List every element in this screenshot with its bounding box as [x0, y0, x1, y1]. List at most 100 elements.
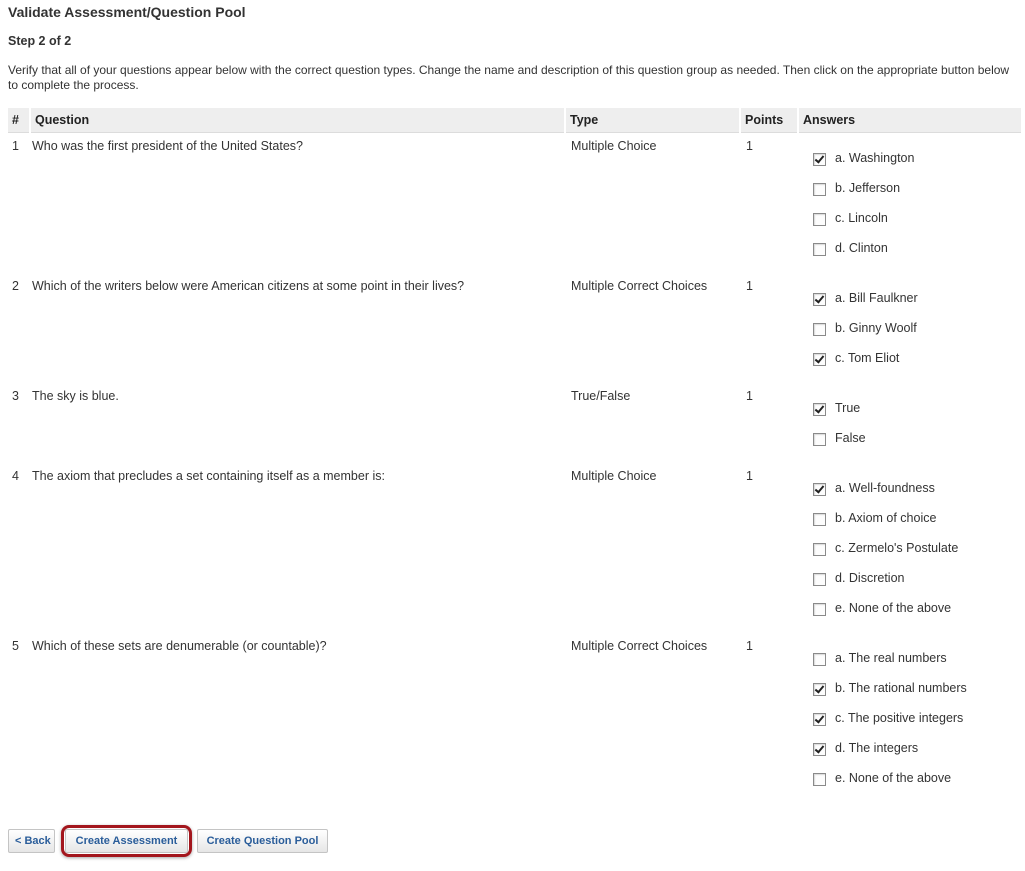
question-type: Multiple Correct Choices [565, 633, 740, 803]
answer-label: b. Jefferson [835, 181, 901, 195]
answers-cell: a. Washington b. Jefferson c. Lincoln d. Cl… [798, 133, 1021, 273]
answer-checkbox-checked[interactable] [813, 292, 826, 306]
question-number: 2 [8, 273, 30, 383]
question-text-text: Which of these sets are denumerable (or … [32, 638, 327, 653]
question-type-text: Multiple Choice [571, 468, 657, 483]
answer-checkbox-checked[interactable] [813, 482, 826, 496]
answer-label: b. Axiom of choice [835, 510, 937, 525]
page-title: Validate Assessment/Question Pool [8, 4, 246, 20]
header-points: Points [740, 108, 799, 133]
answer-option: False [813, 429, 1021, 459]
question-points-text: 1 [746, 388, 753, 403]
answer-checkbox[interactable] [813, 652, 826, 666]
answer-label: True [835, 400, 861, 415]
answer-checkbox-checked[interactable] [813, 682, 826, 696]
question-text: Who was the first president of the Unite… [30, 133, 565, 273]
question-number-text: 5 [12, 638, 19, 653]
answer-checkbox[interactable] [813, 243, 826, 256]
answers-cell: a. Bill Faulkner b. Ginny Woolf c. Tom Eli… [798, 273, 1021, 383]
question-text: Which of these sets are denumerable (or … [30, 633, 565, 803]
question-points: 1 [740, 383, 798, 463]
table-row: 3 The sky is blue. True/False 1 True False [8, 383, 1021, 463]
answer-checkbox[interactable] [813, 213, 826, 226]
table-row: 4 The axiom that precludes a set containi… [8, 463, 1021, 633]
question-type: True/False [565, 383, 740, 463]
answer-checkbox[interactable] [813, 572, 826, 586]
create-question-pool-button[interactable]: Create Question Pool [197, 829, 328, 853]
question-type-text: True/False [571, 388, 631, 403]
answer-checkbox[interactable] [813, 512, 826, 526]
answer-option: d. Clinton [813, 239, 1021, 269]
table-row: 2 Which of the writers below were America… [8, 273, 1021, 383]
answer-option: a. The real numbers [813, 649, 1021, 679]
answer-label: a. Bill Faulkner [835, 290, 918, 305]
answer-list: True False [798, 389, 1021, 459]
question-text-text: Who was the first president of the Unite… [32, 139, 303, 153]
answer-checkbox-checked[interactable] [813, 742, 826, 756]
question-number-text: 2 [12, 278, 19, 293]
answer-label: c. The positive integers [835, 710, 964, 725]
answer-option: c. Lincoln [813, 209, 1021, 239]
question-points-text: 1 [746, 468, 753, 483]
answer-option: a. Well-foundness [813, 479, 1021, 509]
questions-body: 1 Who was the first president of the Unit… [8, 133, 1021, 803]
answer-checkbox[interactable] [813, 183, 826, 196]
answer-option: b. Jefferson [813, 179, 1021, 209]
answer-option: b. The rational numbers [813, 679, 1021, 709]
answer-label: c. Zermelo's Postulate [835, 540, 959, 555]
answers-cell: True False [798, 383, 1021, 463]
table-row: 5 Which of these sets are denumerable (or… [8, 633, 1021, 803]
back-button[interactable]: < Back [8, 829, 55, 853]
question-points: 1 [740, 273, 798, 383]
answer-list: a. Well-foundness b. Axiom of choice c. Ze… [798, 469, 1021, 629]
answer-checkbox-checked[interactable] [813, 352, 826, 366]
question-type-text: Multiple Choice [571, 139, 657, 153]
question-points-text: 1 [746, 139, 753, 153]
answer-label: d. Clinton [835, 241, 888, 255]
question-number-text: 1 [12, 139, 19, 153]
answer-option: b. Ginny Woolf [813, 319, 1021, 349]
answer-checkbox[interactable] [813, 602, 826, 616]
answers-cell: a. Well-foundness b. Axiom of choice c. Ze… [798, 463, 1021, 633]
question-number-text: 4 [12, 468, 19, 483]
answer-option: a. Bill Faulkner [813, 289, 1021, 319]
answer-label: e. None of the above [835, 770, 952, 785]
question-number-text: 3 [12, 388, 19, 403]
table-row: 1 Who was the first president of the Unit… [8, 133, 1021, 273]
answer-option: c. The positive integers [813, 709, 1021, 739]
answer-option: a. Washington [813, 149, 1021, 179]
answer-checkbox[interactable] [813, 772, 826, 786]
question-text-text: Which of the writers below were American… [32, 278, 465, 293]
question-number: 3 [8, 383, 30, 463]
question-points-text: 1 [746, 278, 753, 293]
answers-cell: a. The real numbers b. The rational numbe… [798, 633, 1021, 803]
answer-option: c. Tom Eliot [813, 349, 1021, 379]
questions-table: # Question Type Points Answers 1 Who was … [8, 108, 1021, 803]
answer-option: c. Zermelo's Postulate [813, 539, 1021, 569]
question-number: 5 [8, 633, 30, 803]
question-points: 1 [740, 633, 798, 803]
answer-label: a. Well-foundness [835, 480, 935, 495]
answer-checkbox[interactable] [813, 322, 826, 336]
answer-checkbox[interactable] [813, 542, 826, 556]
answer-checkbox[interactable] [813, 432, 826, 446]
answer-label: False [835, 430, 866, 445]
answer-option: e. None of the above [813, 769, 1021, 799]
answer-list: a. Washington b. Jefferson c. Lincoln d. Cl… [798, 139, 1021, 269]
answer-checkbox-checked[interactable] [813, 153, 826, 166]
answer-label: c. Tom Eliot [835, 350, 900, 365]
answer-checkbox-checked[interactable] [813, 712, 826, 726]
table-header-row: # Question Type Points Answers [8, 108, 1021, 133]
question-number: 4 [8, 463, 30, 633]
answer-option: d. Discretion [813, 569, 1021, 599]
header-type: Type [565, 108, 741, 133]
question-type-text: Multiple Correct Choices [571, 278, 708, 293]
answer-list: a. The real numbers b. The rational numbe… [798, 639, 1021, 799]
answer-option: d. The integers [813, 739, 1021, 769]
question-type-text: Multiple Correct Choices [571, 638, 708, 653]
answer-label: a. Washington [835, 151, 915, 165]
create-assessment-button[interactable]: Create Assessment [65, 829, 188, 853]
answer-checkbox-checked[interactable] [813, 402, 826, 416]
answer-list: a. Bill Faulkner b. Ginny Woolf c. Tom Eli… [798, 279, 1021, 379]
question-type: Multiple Choice [565, 133, 740, 273]
